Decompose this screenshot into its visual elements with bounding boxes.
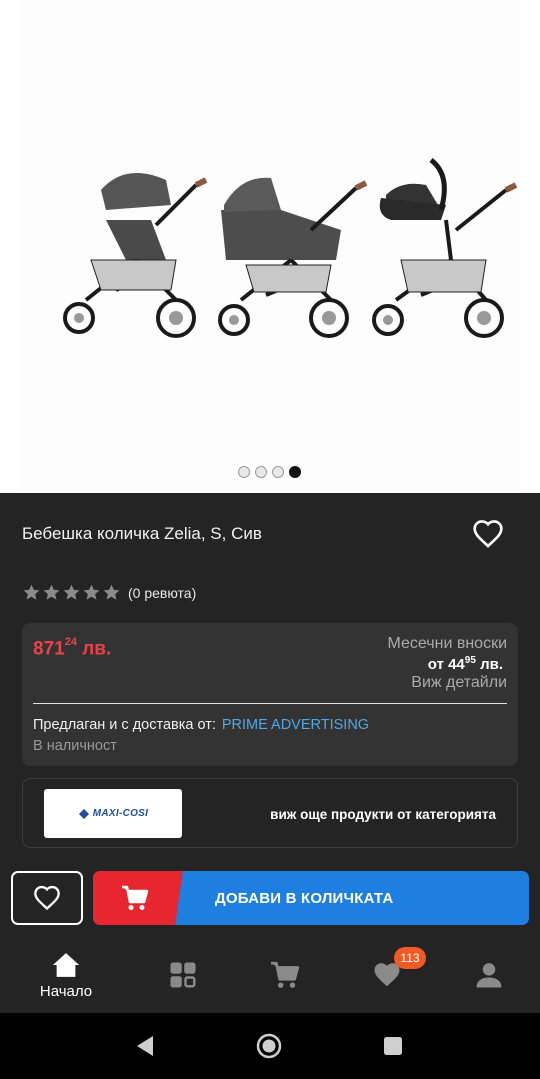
seller-info: Предлаган и с доставка от: PRIME ADVERTIS… bbox=[33, 717, 369, 733]
installments-details-link[interactable]: Виж детайли bbox=[411, 674, 507, 692]
recents-icon[interactable] bbox=[380, 1033, 406, 1059]
nav-cart[interactable] bbox=[240, 940, 330, 1013]
nav-categories[interactable] bbox=[138, 940, 228, 1013]
star-icon bbox=[83, 584, 100, 600]
product-title: Бебешка количка Zelia, S, Сив bbox=[22, 524, 262, 543]
seller-link[interactable]: PRIME ADVERTISING bbox=[222, 717, 369, 733]
brand-logo-text: MAXI-COSI bbox=[92, 808, 149, 819]
grid-icon bbox=[170, 962, 196, 988]
brand-card[interactable]: MAXI-COSI виж още продукти от категорият… bbox=[22, 778, 518, 848]
category-products-link[interactable]: виж още продукти от категорията bbox=[270, 807, 496, 822]
reviews-count[interactable]: (0 ревюта) bbox=[128, 585, 196, 601]
stroller-seat-configuration bbox=[63, 172, 208, 338]
favorite-heart-icon[interactable] bbox=[472, 518, 504, 550]
add-to-cart-label: ДОБАВИ В КОЛИЧКАТА bbox=[215, 890, 394, 907]
star-icon bbox=[43, 584, 60, 600]
nav-home-label: Начало bbox=[39, 983, 93, 1000]
wishlist-count-badge: 113 bbox=[394, 947, 426, 969]
carousel-dot[interactable] bbox=[238, 466, 250, 478]
rating-stars bbox=[22, 583, 121, 602]
brand-logo-mark-icon bbox=[78, 808, 89, 819]
carousel-dot[interactable] bbox=[272, 466, 284, 478]
installments-label: Месечни вноски bbox=[387, 635, 508, 652]
stroller-carseat-configuration bbox=[372, 158, 518, 338]
add-to-wishlist-button[interactable] bbox=[11, 871, 83, 925]
star-icon bbox=[63, 584, 80, 600]
divider bbox=[33, 703, 507, 704]
seller-label: Предлаган и с доставка от: bbox=[33, 717, 216, 733]
cart-icon bbox=[271, 961, 300, 988]
brand-logo[interactable]: MAXI-COSI bbox=[44, 789, 182, 838]
home-circle-icon[interactable] bbox=[256, 1033, 282, 1059]
stock-status: В наличност bbox=[33, 738, 117, 754]
rating[interactable]: (0 ревюта) bbox=[22, 583, 196, 602]
price-card: 87124 лв. Месечни вноски от 4495 лв. Виж… bbox=[22, 623, 518, 766]
carousel-dot[interactable] bbox=[255, 466, 267, 478]
carousel-indicator[interactable] bbox=[238, 466, 301, 478]
star-icon bbox=[23, 584, 40, 600]
carousel-dot-active[interactable] bbox=[289, 466, 301, 478]
nav-home[interactable]: Начало bbox=[21, 940, 111, 1013]
back-icon[interactable] bbox=[133, 1033, 159, 1059]
product-image[interactable] bbox=[20, 0, 520, 493]
product-image-area[interactable] bbox=[0, 0, 540, 493]
add-to-cart-button[interactable]: ДОБАВИ В КОЛИЧКАТА bbox=[93, 871, 529, 925]
bottom-navigation: Начало bbox=[0, 940, 540, 1013]
installments-value: от 4495 лв. bbox=[427, 655, 503, 673]
user-icon bbox=[476, 963, 502, 988]
star-icon bbox=[103, 584, 120, 600]
heart-outline-icon bbox=[34, 885, 60, 911]
shopping-cart-icon bbox=[122, 885, 149, 910]
stroller-image bbox=[63, 158, 518, 338]
stroller-carrycot-configuration bbox=[218, 177, 368, 338]
home-icon bbox=[52, 953, 80, 977]
system-navigation-bar bbox=[0, 1013, 540, 1079]
product-price: 87124 лв. bbox=[33, 636, 112, 660]
nav-account[interactable] bbox=[444, 940, 534, 1013]
